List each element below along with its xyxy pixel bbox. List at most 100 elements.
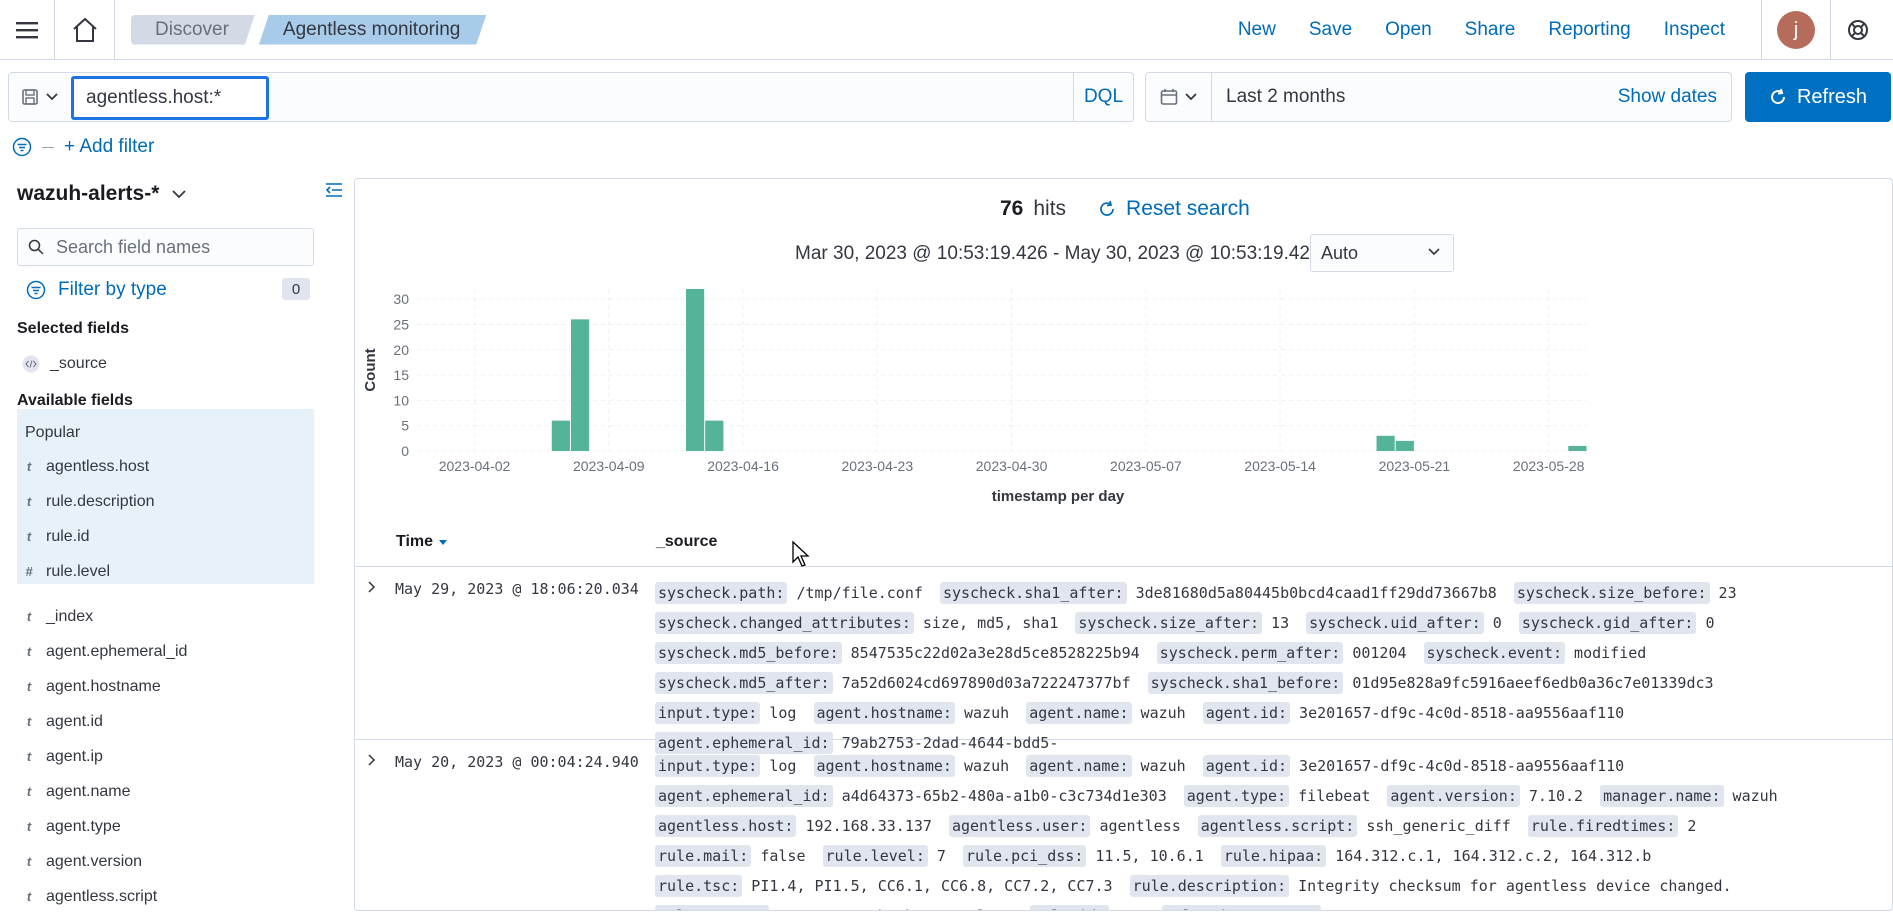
x-tick-label: 2023-04-23 (842, 458, 914, 474)
histogram-bar (1568, 445, 1587, 451)
source-field: syscheck.gid_after: 0 (1518, 612, 1715, 634)
new-link[interactable]: New (1238, 19, 1276, 41)
source-field-key: rule.groups: (655, 905, 770, 910)
chevron-right-icon[interactable] (365, 753, 379, 767)
field-item-agent-hostname[interactable]: t agent.hostname (22, 672, 161, 702)
source-field-key: syscheck.sha1_before: (1147, 672, 1344, 694)
source-field-value: ossec, syscheck, agentless (769, 907, 1013, 910)
collapse-sidebar-icon[interactable] (324, 180, 344, 200)
field-name: agent.name (46, 783, 131, 800)
calendar-icon (1160, 89, 1177, 105)
field-item-rule-id[interactable]: t rule.id (22, 522, 90, 552)
source-field-value: 3e201657-df9c-4c0d-8518-aa9556aaf110 (1290, 704, 1625, 722)
field-item-rule-level[interactable]: # rule.level (22, 557, 110, 587)
histogram-bar (686, 289, 705, 451)
chevron-right-icon[interactable] (365, 580, 379, 594)
date-range-label[interactable]: Last 2 months (1226, 86, 1345, 108)
save-link[interactable]: Save (1309, 19, 1352, 41)
number-type-icon: # (25, 564, 33, 579)
source-field: rule.nist_800_53: SI.7, AU.6 (1161, 905, 1421, 910)
query-language-button[interactable]: DQL (1073, 73, 1133, 121)
source-column-header: _source (656, 533, 718, 550)
filter-icon[interactable] (12, 137, 32, 157)
field-name: agent.ip (46, 748, 103, 765)
search-field-names-input[interactable]: Search field names (17, 228, 314, 266)
field-item-agent-id[interactable]: t agent.id (22, 707, 103, 737)
breadcrumb-current: Agentless monitoring (259, 15, 486, 45)
reset-search-button[interactable]: Reset search (1098, 197, 1250, 221)
help-button[interactable] (1833, 0, 1883, 60)
source-field-value: log (760, 757, 797, 775)
filter-by-type-button[interactable]: Filter by type 0 (26, 276, 312, 304)
source-field-value: wazuh (954, 704, 1010, 722)
menu-button[interactable] (0, 0, 55, 60)
field-name: _source (50, 355, 107, 372)
source-field-key: syscheck.md5_before: (655, 642, 842, 664)
breadcrumb-discover[interactable]: Discover (131, 15, 255, 45)
source-field: agent.type: filebeat (1183, 785, 1370, 807)
field-item-agent-ephemeral-id[interactable]: t agent.ephemeral_id (22, 637, 188, 667)
reporting-link[interactable]: Reporting (1548, 19, 1630, 41)
quick-date-button[interactable] (1146, 73, 1212, 121)
string-type-icon: t (26, 679, 32, 694)
x-tick-label: 2023-04-02 (439, 458, 511, 474)
source-field: rule.id: 555 (1030, 905, 1145, 910)
search-query-input[interactable]: agentless.host:* (71, 76, 269, 120)
source-field-value: size, md5, sha1 (913, 614, 1059, 632)
source-field: input.type: log (655, 702, 796, 724)
source-field: syscheck.size_after: 13 (1075, 612, 1290, 634)
source-field-value: /tmp/file.conf (787, 584, 923, 602)
home-button[interactable] (55, 0, 115, 60)
source-field: agent.id: 3e201657-df9c-4c0d-8518-aa9556… (1202, 702, 1625, 724)
source-field: rule.hipaa: 164.312.c.1, 164.312.c.2, 16… (1220, 845, 1651, 867)
avatar[interactable]: j (1777, 11, 1815, 49)
field-item-agentless-host[interactable]: t agentless.host (22, 452, 149, 482)
saved-query-button[interactable] (9, 73, 71, 121)
source-field: syscheck.size_before: 23 (1513, 582, 1737, 604)
field-item-agentless-script[interactable]: t agentless.script (22, 882, 157, 912)
table-header: Time _source (355, 527, 1892, 567)
source-field-value: 0 (1483, 614, 1502, 632)
interval-select[interactable]: Auto (1310, 234, 1454, 272)
source-field-key: syscheck.md5_after: (655, 672, 833, 694)
time-column-header[interactable]: Time (396, 533, 448, 551)
source-field-key: agent.type: (1183, 785, 1290, 807)
field-item-rule-description[interactable]: t rule.description (22, 487, 155, 517)
field-item-agent-ip[interactable]: t agent.ip (22, 742, 103, 772)
field-name: agent.id (46, 713, 103, 730)
x-tick-label: 2023-04-09 (573, 458, 645, 474)
source-field-value: 7.10.2 (1519, 787, 1584, 805)
field-item-agent-type[interactable]: t agent.type (22, 812, 121, 842)
inspect-link[interactable]: Inspect (1664, 19, 1725, 41)
y-axis-label: Count (362, 348, 379, 391)
source-field-key: rule.nist_800_53: (1161, 905, 1322, 910)
source-field-key: syscheck.event: (1423, 642, 1566, 664)
source-field: agent.hostname: wazuh (813, 702, 1010, 724)
source-field-value: wazuh (954, 757, 1010, 775)
string-type-icon: t (26, 494, 32, 509)
field-item-agent-version[interactable]: t agent.version (22, 847, 142, 877)
selected-fields-title: Selected fields (17, 320, 130, 337)
source-field-key: rule.level: (822, 845, 928, 867)
top-nav-links: New Save Open Share Reporting Inspect (1238, 0, 1725, 60)
field-item-source[interactable]: _source (22, 349, 107, 379)
show-dates-button[interactable]: Show dates (1618, 86, 1717, 108)
source-field-value: 23 (1709, 584, 1737, 602)
source-field: rule.tsc: PI1.4, PI1.5, CC6.1, CC6.8, CC… (655, 875, 1113, 897)
share-link[interactable]: Share (1465, 19, 1516, 41)
search-placeholder: Search field names (56, 236, 211, 257)
source-field: agent.hostname: wazuh (813, 755, 1010, 777)
source-field-key: agent.hostname: (813, 702, 955, 724)
index-pattern-selector[interactable]: wazuh-alerts-* (17, 182, 187, 206)
field-item-agent-name[interactable]: t agent.name (22, 777, 131, 807)
add-filter-button[interactable]: + Add filter (64, 136, 154, 158)
open-link[interactable]: Open (1385, 19, 1431, 41)
table-row: May 20, 2023 @ 00:04:24.940 input.type: … (355, 741, 1892, 910)
user-menu[interactable]: j (1761, 0, 1831, 60)
source-field-value: 0 (1696, 614, 1715, 632)
source-field-value: 13 (1262, 614, 1290, 632)
field-name: agent.ephemeral_id (46, 643, 188, 660)
mouse-cursor-icon (792, 540, 810, 567)
field-item-index[interactable]: t _index (22, 602, 93, 632)
refresh-button[interactable]: Refresh (1745, 72, 1891, 122)
